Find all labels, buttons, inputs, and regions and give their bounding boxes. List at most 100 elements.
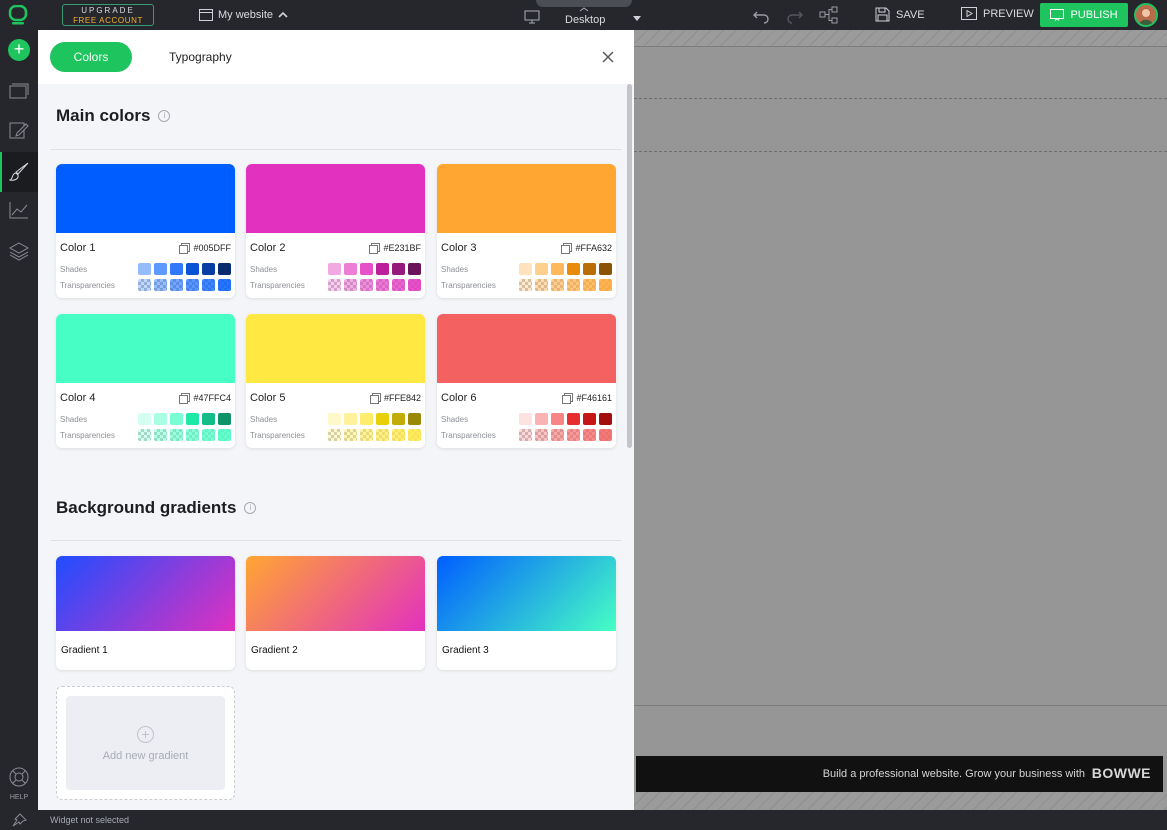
transparency-swatch[interactable]	[344, 429, 357, 441]
shade-swatch[interactable]	[519, 263, 532, 275]
shade-swatch[interactable]	[519, 413, 532, 425]
shade-swatch[interactable]	[186, 263, 199, 275]
shade-swatch[interactable]	[138, 413, 151, 425]
shade-swatch[interactable]	[138, 263, 151, 275]
shade-swatch[interactable]	[328, 413, 341, 425]
copy-icon[interactable]	[369, 243, 381, 254]
transparency-swatch[interactable]	[392, 429, 405, 441]
color-hex[interactable]: #47FFC4	[179, 393, 231, 404]
analytics-icon[interactable]	[9, 201, 29, 219]
shade-swatch[interactable]	[186, 413, 199, 425]
transparency-swatch[interactable]	[344, 279, 357, 291]
copy-icon[interactable]	[562, 393, 574, 404]
pages-icon[interactable]	[9, 81, 29, 99]
transparency-swatch[interactable]	[186, 429, 199, 441]
transparency-swatch[interactable]	[154, 429, 167, 441]
copy-icon[interactable]	[179, 393, 191, 404]
footer-brand-logo[interactable]: BOWWE	[1092, 765, 1151, 781]
preview-button[interactable]: PREVIEW	[961, 7, 1034, 21]
color-swatch[interactable]	[56, 164, 235, 233]
color-swatch[interactable]	[437, 164, 616, 233]
color-swatch[interactable]	[246, 164, 425, 233]
shade-swatch[interactable]	[360, 413, 373, 425]
transparency-swatch[interactable]	[218, 429, 231, 441]
panel-scrollbar[interactable]	[627, 84, 632, 448]
shade-swatch[interactable]	[599, 413, 612, 425]
transparency-swatch[interactable]	[202, 429, 215, 441]
transparency-swatch[interactable]	[408, 429, 421, 441]
color-card[interactable]: Color 4 #47FFC4 Shades Transparencies	[56, 314, 235, 448]
shade-swatch[interactable]	[218, 413, 231, 425]
undo-icon[interactable]	[752, 6, 770, 24]
shade-swatch[interactable]	[567, 263, 580, 275]
close-icon[interactable]	[601, 50, 615, 64]
shade-swatch[interactable]	[535, 413, 548, 425]
transparency-swatch[interactable]	[599, 429, 612, 441]
transparency-swatch[interactable]	[519, 429, 532, 441]
save-button[interactable]: SAVE	[875, 7, 925, 22]
shade-swatch[interactable]	[408, 413, 421, 425]
gradient-swatch[interactable]	[437, 556, 616, 631]
shade-swatch[interactable]	[170, 413, 183, 425]
shade-swatch[interactable]	[218, 263, 231, 275]
transparency-swatch[interactable]	[551, 279, 564, 291]
edit-icon[interactable]	[9, 121, 29, 139]
transparency-swatch[interactable]	[170, 429, 183, 441]
add-gradient-button[interactable]: + Add new gradient	[56, 686, 235, 800]
publish-button[interactable]: PUBLISH	[1040, 3, 1128, 27]
transparency-swatch[interactable]	[376, 279, 389, 291]
transparency-swatch[interactable]	[154, 279, 167, 291]
color-hex[interactable]: #F46161	[562, 393, 612, 404]
copy-icon[interactable]	[369, 393, 381, 404]
shade-swatch[interactable]	[344, 263, 357, 275]
shade-swatch[interactable]	[583, 413, 596, 425]
shade-swatch[interactable]	[202, 413, 215, 425]
shade-swatch[interactable]	[392, 413, 405, 425]
transparency-swatch[interactable]	[138, 429, 151, 441]
website-canvas[interactable]: Build a professional website. Grow your …	[634, 30, 1167, 810]
shade-swatch[interactable]	[376, 413, 389, 425]
app-logo-icon[interactable]	[8, 5, 28, 25]
transparency-swatch[interactable]	[218, 279, 231, 291]
add-element-button[interactable]: +	[8, 39, 30, 61]
color-card[interactable]: Color 3 #FFA632 Shades Transparencies	[437, 164, 616, 298]
gradient-swatch[interactable]	[246, 556, 425, 631]
canvas-footer[interactable]: Build a professional website. Grow your …	[636, 756, 1163, 792]
transparency-swatch[interactable]	[551, 429, 564, 441]
sitemap-icon[interactable]	[819, 6, 839, 24]
transparency-swatch[interactable]	[170, 279, 183, 291]
transparency-swatch[interactable]	[360, 279, 373, 291]
info-icon[interactable]: i	[244, 502, 257, 514]
device-collapse-tab[interactable]	[536, 0, 632, 12]
gradient-swatch[interactable]	[56, 556, 235, 631]
transparency-swatch[interactable]	[567, 279, 580, 291]
shade-swatch[interactable]	[170, 263, 183, 275]
transparency-swatch[interactable]	[535, 279, 548, 291]
shade-swatch[interactable]	[599, 263, 612, 275]
help-lifebuoy-icon[interactable]	[8, 766, 30, 788]
redo-icon[interactable]	[786, 6, 804, 24]
color-card[interactable]: Color 1 #005DFF Shades Transparencies	[56, 164, 235, 298]
shade-swatch[interactable]	[328, 263, 341, 275]
info-icon[interactable]: i	[158, 110, 171, 122]
shade-swatch[interactable]	[408, 263, 421, 275]
transparency-swatch[interactable]	[583, 279, 596, 291]
transparency-swatch[interactable]	[328, 279, 341, 291]
transparency-swatch[interactable]	[360, 429, 373, 441]
gradient-card[interactable]: Gradient 1	[56, 556, 235, 670]
user-avatar[interactable]	[1134, 3, 1158, 27]
color-swatch[interactable]	[246, 314, 425, 383]
color-card[interactable]: Color 2 #E231BF Shades Transparencies	[246, 164, 425, 298]
transparency-swatch[interactable]	[202, 279, 215, 291]
transparency-swatch[interactable]	[535, 429, 548, 441]
copy-icon[interactable]	[561, 243, 573, 254]
layers-icon[interactable]	[9, 241, 29, 261]
shade-swatch[interactable]	[360, 263, 373, 275]
upgrade-button[interactable]: UPGRADE FREE ACCOUNT	[62, 4, 154, 26]
shade-swatch[interactable]	[344, 413, 357, 425]
color-swatch[interactable]	[437, 314, 616, 383]
transparency-swatch[interactable]	[599, 279, 612, 291]
transparency-swatch[interactable]	[519, 279, 532, 291]
shade-swatch[interactable]	[376, 263, 389, 275]
gradient-card[interactable]: Gradient 2	[246, 556, 425, 670]
